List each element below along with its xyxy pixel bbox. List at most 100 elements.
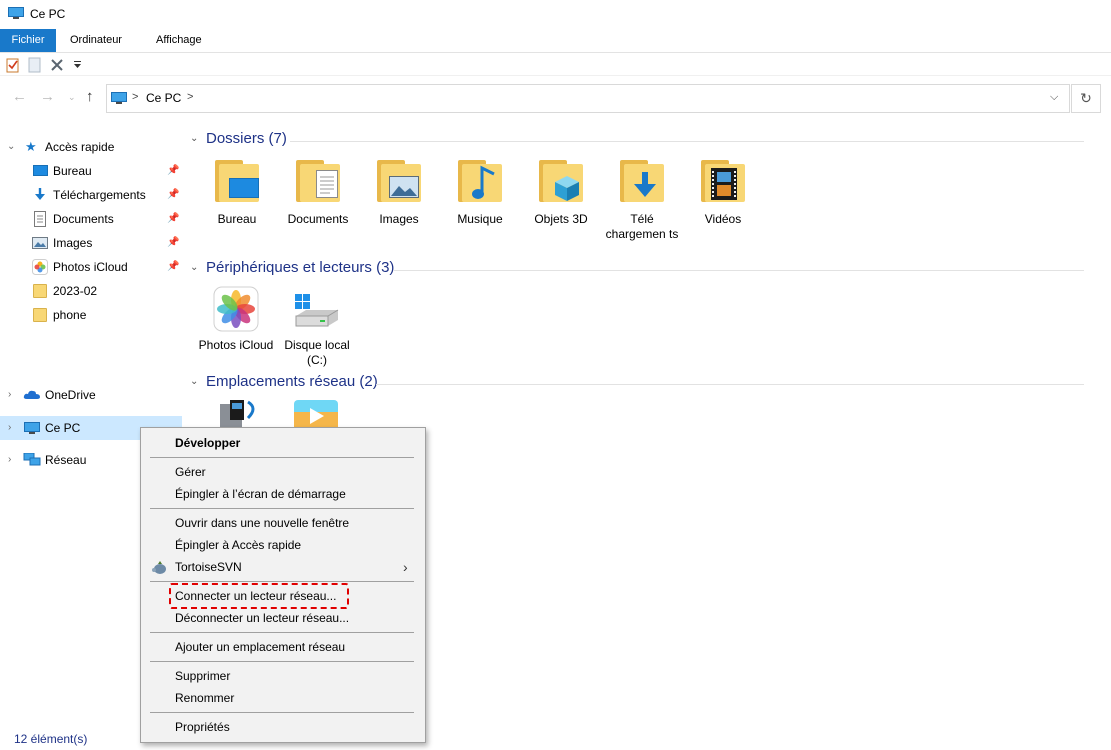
tile-label: Musique bbox=[457, 212, 503, 226]
new-folder-icon[interactable] bbox=[28, 57, 42, 73]
cloud-icon bbox=[23, 390, 40, 399]
star-icon: ★ bbox=[25, 139, 37, 154]
sidebar-item-label: Documents bbox=[53, 212, 114, 226]
sidebar-item-photos-icloud[interactable]: Photos iCloud 📌 bbox=[0, 255, 182, 279]
computer-icon bbox=[8, 7, 24, 19]
music-folder-icon bbox=[458, 160, 502, 202]
network-media-icon[interactable] bbox=[216, 398, 262, 430]
recent-locations-icon[interactable]: ⌄ bbox=[68, 92, 76, 103]
sidebar-item-bureau[interactable]: Bureau 📌 bbox=[0, 159, 182, 183]
menu-item-proprietes[interactable]: Propriétés bbox=[141, 716, 425, 738]
menu-separator bbox=[150, 712, 414, 713]
refresh-icon: ↻ bbox=[1080, 90, 1092, 106]
sidebar-item-images[interactable]: Images 📌 bbox=[0, 231, 182, 255]
chevron-right-icon[interactable]: › bbox=[8, 416, 11, 440]
chevron-down-icon[interactable]: ⌄ bbox=[190, 376, 198, 387]
sidebar-item-label: Bureau bbox=[53, 164, 92, 178]
up-arrow-icon[interactable]: ↑ bbox=[86, 88, 94, 105]
section-header-devices[interactable]: ⌄ Périphériques et lecteurs (3) bbox=[186, 259, 1086, 279]
menu-item-epingler-demarrage[interactable]: Épingler à l’écran de démarrage bbox=[141, 483, 425, 505]
sidebar-item-acces-rapide[interactable]: ⌄ ★ Accès rapide bbox=[0, 135, 182, 159]
chevron-down-icon[interactable]: ⌄ bbox=[7, 135, 15, 159]
divider bbox=[290, 141, 1084, 142]
section-title: Emplacements réseau (2) bbox=[206, 373, 378, 390]
tab-fichier[interactable]: Fichier bbox=[0, 29, 56, 52]
sidebar-item-phone[interactable]: phone bbox=[0, 303, 182, 327]
tab-affichage[interactable]: Affichage bbox=[144, 29, 214, 52]
pin-icon[interactable]: 📌 bbox=[167, 231, 179, 255]
chevron-down-icon[interactable]: ⌄ bbox=[190, 262, 198, 273]
downloads-folder-icon bbox=[620, 160, 664, 202]
desktop-icon bbox=[33, 165, 48, 176]
tile-label: Documents bbox=[287, 212, 349, 226]
section-title: Périphériques et lecteurs (3) bbox=[206, 259, 395, 276]
back-arrow-icon[interactable]: ← bbox=[12, 88, 27, 105]
customize-toolbar-icon[interactable] bbox=[73, 61, 83, 69]
forward-arrow-icon[interactable]: → bbox=[40, 88, 55, 105]
pin-icon[interactable]: 📌 bbox=[167, 159, 179, 183]
menu-item-deconnecter-lecteur-reseau[interactable]: Déconnecter un lecteur réseau... bbox=[141, 607, 425, 629]
breadcrumb-separator[interactable]: > bbox=[187, 91, 193, 103]
breadcrumb-ce-pc[interactable]: Ce PC bbox=[146, 91, 181, 105]
pin-icon[interactable]: 📌 bbox=[167, 183, 179, 207]
status-item-count: 12 élément(s) bbox=[14, 732, 88, 746]
sidebar-item-telechargements[interactable]: Téléchargements 📌 bbox=[0, 183, 182, 207]
sidebar-item-label: Réseau bbox=[45, 453, 87, 467]
window-title: Ce PC bbox=[30, 7, 66, 21]
videos-folder-icon bbox=[701, 160, 745, 202]
chevron-right-icon[interactable]: › bbox=[8, 383, 11, 407]
network-icon bbox=[23, 453, 41, 466]
sidebar-item-onedrive[interactable]: › OneDrive bbox=[0, 383, 182, 407]
section-header-network[interactable]: ⌄ Emplacements réseau (2) bbox=[186, 373, 1086, 393]
menu-separator bbox=[150, 581, 414, 582]
address-history-chevron-icon[interactable]: ⌵ bbox=[1050, 91, 1058, 104]
computer-icon bbox=[24, 422, 40, 434]
menu-item-tortoisesvn[interactable]: TortoiseSVN › bbox=[141, 556, 425, 578]
address-bar[interactable]: > Ce PC > ⌵ bbox=[106, 84, 1070, 113]
computer-icon bbox=[111, 92, 127, 104]
title-bar: Ce PC bbox=[0, 0, 1111, 28]
sidebar-item-documents[interactable]: Documents 📌 bbox=[0, 207, 182, 231]
context-menu: Développer Gérer Épingler à l’écran de d… bbox=[140, 427, 426, 743]
document-icon bbox=[34, 211, 46, 227]
refresh-button[interactable]: ↻ bbox=[1071, 84, 1101, 113]
photos-icon bbox=[32, 259, 48, 275]
sidebar-item-label: Photos iCloud bbox=[53, 260, 128, 274]
folder-icon bbox=[33, 308, 47, 322]
menu-item-nouvelle-fenetre[interactable]: Ouvrir dans une nouvelle fenêtre bbox=[141, 512, 425, 534]
section-header-folders[interactable]: ⌄ Dossiers (7) bbox=[186, 130, 1086, 150]
menu-separator bbox=[150, 632, 414, 633]
image-icon bbox=[32, 237, 48, 249]
menu-separator bbox=[150, 508, 414, 509]
chevron-down-icon[interactable]: ⌄ bbox=[190, 133, 198, 144]
chevron-right-icon[interactable]: › bbox=[8, 448, 11, 472]
sidebar-item-2023-02[interactable]: 2023-02 bbox=[0, 279, 182, 303]
menu-item-epingler-acces-rapide[interactable]: Épingler à Accès rapide bbox=[141, 534, 425, 556]
tile-label: Images bbox=[379, 212, 419, 226]
menu-item-gerer[interactable]: Gérer bbox=[141, 461, 425, 483]
sidebar-item-label: phone bbox=[53, 308, 87, 322]
sidebar-item-label: Ce PC bbox=[45, 421, 81, 435]
menu-item-label: TortoiseSVN bbox=[175, 560, 242, 574]
sidebar-item-label: 2023-02 bbox=[53, 284, 98, 298]
properties-icon[interactable] bbox=[6, 57, 20, 73]
pin-icon[interactable]: 📌 bbox=[167, 255, 179, 279]
menu-separator bbox=[150, 661, 414, 662]
tortoisesvn-icon bbox=[152, 561, 166, 574]
delete-icon[interactable] bbox=[50, 58, 64, 72]
tile-label: Vidéos bbox=[704, 212, 742, 226]
menu-item-ajouter-emplacement-reseau[interactable]: Ajouter un emplacement réseau bbox=[141, 636, 425, 658]
icloud-photos-icon bbox=[213, 286, 259, 332]
pin-icon[interactable]: 📌 bbox=[167, 207, 179, 231]
network-media-server-icon[interactable] bbox=[292, 398, 340, 430]
breadcrumb-separator[interactable]: > bbox=[132, 91, 138, 103]
folder-icon bbox=[33, 284, 47, 298]
menu-item-developper[interactable]: Développer bbox=[141, 432, 425, 454]
navigation-bar: ← → ⌄ ↑ > Ce PC > ⌵ ↻ bbox=[0, 80, 1111, 116]
explorer-window: { "window": { "title": "Ce PC" }, "ribbo… bbox=[0, 0, 1111, 750]
tab-ordinateur[interactable]: Ordinateur bbox=[58, 29, 134, 52]
menu-item-supprimer[interactable]: Supprimer bbox=[141, 665, 425, 687]
section-title: Dossiers (7) bbox=[206, 130, 287, 147]
menu-item-renommer[interactable]: Renommer bbox=[141, 687, 425, 709]
ribbon-tabs: Fichier Ordinateur Affichage bbox=[0, 29, 1111, 53]
